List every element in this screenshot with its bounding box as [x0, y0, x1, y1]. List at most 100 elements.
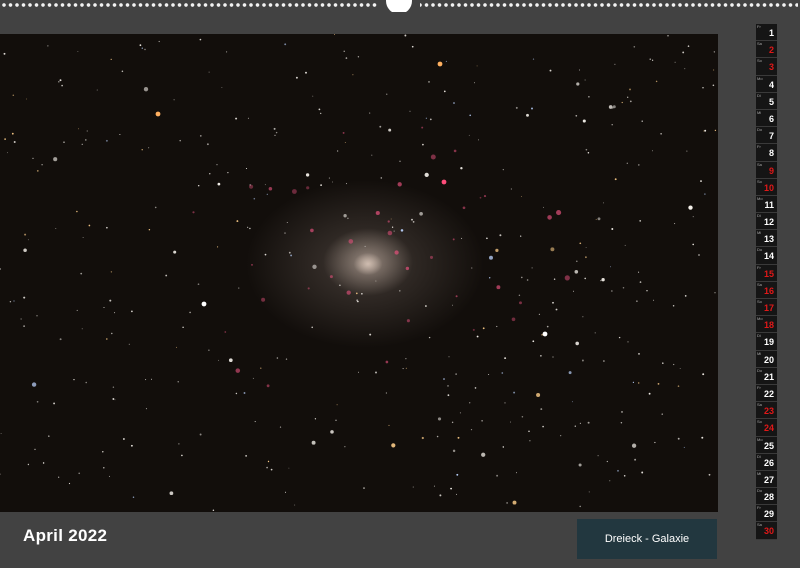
- star: [486, 237, 488, 240]
- star: [294, 504, 296, 506]
- nebula-knot: [307, 287, 310, 290]
- day-weekday: So: [757, 419, 762, 425]
- star: [254, 421, 256, 423]
- star: [704, 193, 706, 195]
- star: [629, 88, 631, 91]
- day-cell: Mi 27: [756, 471, 777, 489]
- star: [581, 359, 584, 362]
- star: [550, 247, 555, 252]
- star: [23, 296, 26, 299]
- star: [375, 280, 377, 282]
- day-number: 12: [763, 217, 774, 228]
- day-cell: Mo 4: [756, 76, 777, 93]
- star: [603, 202, 604, 204]
- nebula-knot: [342, 131, 345, 134]
- star: [621, 101, 623, 104]
- star: [375, 371, 377, 374]
- day-cell: Sa 30: [756, 522, 777, 540]
- nebula-knot: [224, 331, 227, 333]
- star: [235, 117, 238, 120]
- day-number: 8: [768, 148, 774, 159]
- star: [667, 35, 669, 37]
- star: [516, 472, 518, 474]
- star: [478, 139, 479, 141]
- star: [481, 452, 486, 457]
- star: [657, 383, 660, 385]
- star: [253, 197, 256, 200]
- star: [24, 233, 27, 236]
- star: [429, 118, 432, 121]
- day-cell: So 24: [756, 419, 777, 437]
- star: [520, 235, 522, 237]
- day-weekday: Fr: [757, 144, 761, 150]
- star: [618, 336, 621, 339]
- star: [603, 360, 605, 362]
- star: [636, 300, 638, 302]
- star: [150, 378, 153, 380]
- star: [445, 60, 447, 62]
- star: [404, 34, 407, 37]
- star: [578, 69, 581, 71]
- day-weekday: Do: [757, 127, 763, 133]
- star: [78, 128, 80, 130]
- star: [320, 184, 322, 186]
- star: [621, 410, 623, 413]
- star: [617, 469, 619, 472]
- star: [634, 458, 637, 461]
- day-weekday: Sa: [757, 161, 762, 167]
- nebula-knot: [394, 250, 399, 255]
- day-cell: Di 5: [756, 93, 777, 110]
- star: [579, 242, 582, 245]
- day-number: 20: [763, 354, 774, 365]
- star: [181, 454, 183, 457]
- star: [286, 221, 288, 224]
- nebula-knot: [453, 149, 457, 153]
- star: [424, 305, 427, 307]
- star: [55, 228, 57, 229]
- star: [702, 87, 704, 89]
- nebula-knot: [483, 195, 487, 198]
- caption-text: Dreieck - Galaxie: [604, 533, 690, 545]
- star: [648, 392, 651, 395]
- star: [357, 300, 359, 303]
- nebula-knot: [329, 275, 333, 279]
- day-weekday: Sa: [757, 281, 762, 287]
- star: [148, 228, 151, 231]
- star: [532, 340, 535, 343]
- star: [597, 217, 601, 221]
- star: [448, 356, 450, 358]
- star: [110, 271, 113, 273]
- day-cell: Mo 18: [756, 316, 777, 334]
- bright-star: [201, 301, 207, 307]
- day-number: 19: [763, 337, 774, 348]
- star: [13, 300, 15, 302]
- day-weekday: Mo: [757, 316, 763, 322]
- star: [402, 368, 404, 370]
- day-number: 25: [763, 440, 774, 451]
- star: [59, 338, 62, 341]
- star: [288, 467, 290, 469]
- day-weekday: Mo: [757, 436, 763, 442]
- star: [582, 316, 584, 318]
- star: [409, 110, 411, 112]
- star: [662, 362, 664, 364]
- star: [96, 89, 98, 91]
- star: [335, 419, 337, 422]
- star: [80, 272, 83, 275]
- day-cell: Do 14: [756, 247, 777, 265]
- star: [510, 421, 511, 423]
- star: [585, 148, 588, 151]
- star: [489, 277, 491, 279]
- star: [266, 193, 268, 195]
- star: [13, 141, 16, 143]
- nebula-knot: [387, 220, 390, 223]
- star: [611, 123, 613, 126]
- nebula-knot: [479, 196, 482, 199]
- star: [238, 287, 240, 289]
- star: [114, 399, 116, 401]
- day-weekday: Di: [757, 213, 761, 219]
- star: [595, 218, 597, 220]
- star: [609, 480, 611, 482]
- star: [264, 184, 266, 186]
- star: [32, 157, 34, 160]
